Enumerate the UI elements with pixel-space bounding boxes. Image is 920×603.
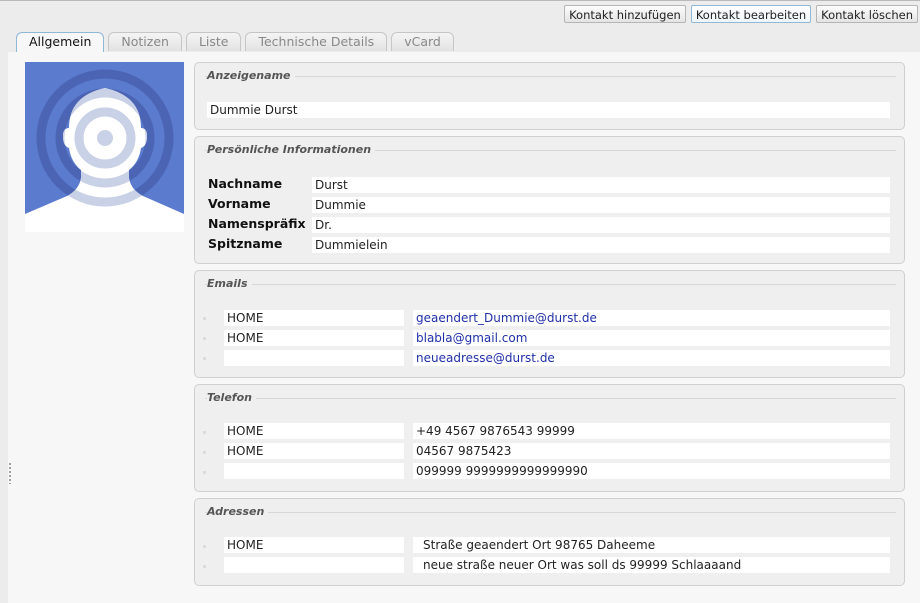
firstname-field[interactable]: Dummie [312, 197, 890, 213]
nickname-field[interactable]: Dummielein [312, 237, 890, 253]
email-address-link[interactable]: geaendert_Dummie@durst.de [413, 310, 890, 326]
phone-type-field[interactable]: HOME [224, 443, 404, 459]
tab-technical-details[interactable]: Technische Details [245, 32, 388, 51]
toolbar: Kontakt hinzufügen Kontakt bearbeiten Ko… [564, 5, 918, 23]
address-field[interactable]: Straße geaendert Ort 98765 Daheeme [413, 537, 890, 553]
top-border [0, 0, 920, 1]
emails-group: Emails HOME geaendert_Dummie@durst.de HO… [194, 270, 905, 378]
addresses-group: Adressen HOME Straße geaendert Ort 98765… [194, 498, 905, 586]
emails-legend: Emails [207, 277, 252, 290]
name-prefix-label: Namenspräfix [208, 216, 306, 231]
phone-number-field[interactable]: 04567 9875423 [413, 443, 890, 459]
add-contact-button[interactable]: Kontakt hinzufügen [564, 5, 686, 23]
address-type-field[interactable] [224, 557, 404, 573]
tab-vcard[interactable]: vCard [391, 32, 454, 51]
delete-contact-button[interactable]: Kontakt löschen [816, 5, 918, 23]
tab-list[interactable]: Liste [185, 32, 242, 51]
phone-number-field[interactable]: +49 4567 9876543 99999 [413, 423, 890, 439]
edit-contact-button[interactable]: Kontakt bearbeiten [690, 5, 812, 23]
tab-general[interactable]: Allgemein [16, 32, 105, 52]
display-name-group: Anzeigename Dummie Durst [194, 62, 905, 130]
phone-number-field[interactable]: 099999 9999999999999990 [413, 463, 890, 479]
tab-notes[interactable]: Notizen [108, 32, 182, 51]
phone-legend: Telefon [207, 391, 256, 404]
email-type-field[interactable]: HOME [224, 310, 404, 326]
resize-grip-icon[interactable] [8, 462, 12, 484]
phone-type-field[interactable]: HOME [224, 423, 404, 439]
lastname-field[interactable]: Durst [312, 177, 890, 193]
personal-info-legend: Persönliche Informationen [207, 143, 376, 156]
display-name-legend: Anzeigename [207, 69, 295, 82]
default-contact-silhouette-icon [25, 62, 184, 232]
display-name-field[interactable]: Dummie Durst [207, 102, 890, 118]
phone-type-field[interactable] [224, 463, 404, 479]
address-type-field[interactable]: HOME [224, 537, 404, 553]
contact-photo[interactable] [25, 62, 184, 232]
email-address-link[interactable]: neueadresse@durst.de [413, 350, 890, 366]
addresses-legend: Adressen [207, 505, 269, 518]
email-address-link[interactable]: blabla@gmail.com [413, 330, 890, 346]
firstname-label: Vorname [208, 196, 271, 211]
personal-info-group: Persönliche Informationen Nachname Durst… [194, 136, 905, 264]
tab-content-general: Anzeigename Dummie Durst Persönliche Inf… [8, 52, 920, 603]
address-field[interactable]: neue straße neuer Ort was soll ds 99999 … [413, 557, 890, 573]
nickname-label: Spitzname [208, 236, 283, 251]
email-type-field[interactable]: HOME [224, 330, 404, 346]
tab-bar: Allgemein Notizen Liste Technische Detai… [16, 32, 454, 52]
phone-group: Telefon HOME +49 4567 9876543 99999 HOME… [194, 384, 905, 492]
lastname-label: Nachname [208, 176, 283, 191]
email-type-field[interactable] [224, 350, 404, 366]
name-prefix-field[interactable]: Dr. [312, 217, 890, 233]
